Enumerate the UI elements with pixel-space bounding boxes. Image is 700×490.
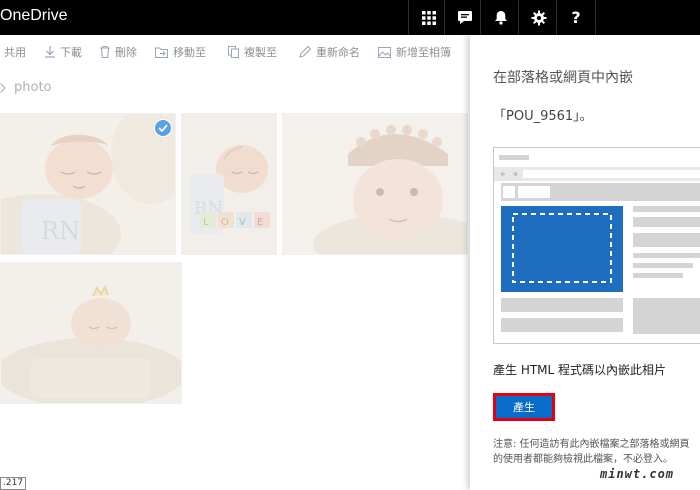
photo-tile[interactable]: RN L O V E — [181, 113, 277, 255]
photo-tile[interactable] — [0, 262, 182, 404]
svg-text:E: E — [257, 217, 263, 228]
baby-hat-photo-image — [283, 114, 467, 254]
embed-pane: 在部落格或網頁中內嵌 「POU_9561」。 產生 HTML 程式碼以內嵌此相片… — [470, 35, 700, 490]
embed-file-name: 「POU_9561」。 — [493, 109, 593, 124]
pane-title: 在部落格或網頁中內嵌 — [493, 70, 633, 86]
top-bar: OneDrive ? — [0, 0, 700, 35]
breadcrumb: photo — [0, 80, 52, 95]
add-to-album-button[interactable]: 新增至相簿 — [378, 44, 451, 60]
share-label: 共用 — [4, 46, 26, 59]
delete-label: 刪除 — [115, 46, 137, 59]
download-label: 下載 — [60, 46, 82, 59]
copy-button[interactable]: 複製至 — [228, 44, 277, 60]
chat-icon[interactable] — [444, 0, 484, 35]
share-button[interactable]: 共用 — [4, 44, 26, 60]
rename-icon — [299, 46, 311, 58]
selected-check-icon[interactable] — [154, 119, 172, 137]
embed-note: 注意: 任何造訪有此內嵌檔案之部落格或網頁 的使用者都能夠檢視此檔案，不必登入。 — [493, 437, 700, 467]
svg-text:RN: RN — [41, 217, 80, 245]
rename-button[interactable]: 重新命名 — [299, 44, 360, 60]
gear-icon[interactable] — [518, 0, 558, 35]
app-title[interactable]: OneDrive — [0, 7, 68, 25]
trash-icon — [100, 46, 110, 58]
baby-crown-photo-image — [1, 263, 181, 403]
embed-note-line-1: 注意: 任何造訪有此內嵌檔案之部落格或網頁 — [493, 439, 690, 450]
bell-icon[interactable] — [480, 0, 520, 35]
chevron-right-icon — [0, 82, 6, 93]
app-launcher-icon[interactable] — [408, 0, 448, 35]
baby-blocks-photo-image: RN L O V E — [182, 114, 276, 254]
embed-note-line-2: 的使用者都能夠檢視此檔案，不必登入。 — [493, 454, 673, 465]
svg-text:L: L — [203, 217, 209, 228]
move-button[interactable]: 移動至 — [155, 44, 206, 60]
album-icon — [378, 46, 391, 58]
baby-photo-image: RN — [1, 114, 175, 254]
move-icon — [155, 46, 168, 58]
copy-icon — [228, 46, 239, 58]
help-icon[interactable]: ? — [556, 0, 596, 35]
embed-illustration — [493, 147, 700, 344]
photo-tile[interactable] — [282, 113, 468, 255]
generate-button[interactable]: 產生 — [493, 393, 555, 421]
move-label: 移動至 — [173, 46, 206, 59]
add-to-album-label: 新增至相簿 — [396, 46, 451, 59]
delete-button[interactable]: 刪除 — [100, 44, 137, 60]
download-button[interactable]: 下載 — [45, 44, 82, 60]
watermark: minwt.com — [600, 467, 675, 481]
generate-description: 產生 HTML 程式碼以內嵌此相片 — [493, 363, 667, 377]
copy-label: 複製至 — [244, 46, 277, 59]
svg-text:V: V — [239, 217, 246, 228]
download-icon — [45, 46, 55, 58]
svg-text:O: O — [221, 217, 229, 228]
photo-tile[interactable]: RN — [0, 113, 176, 255]
breadcrumb-current[interactable]: photo — [14, 80, 52, 95]
rename-label: 重新命名 — [316, 46, 360, 59]
command-bar: 共用 下載 刪除 移動至 複製至 重新命名 新增至相簿 — [0, 35, 470, 69]
status-text: .217 — [0, 477, 27, 490]
